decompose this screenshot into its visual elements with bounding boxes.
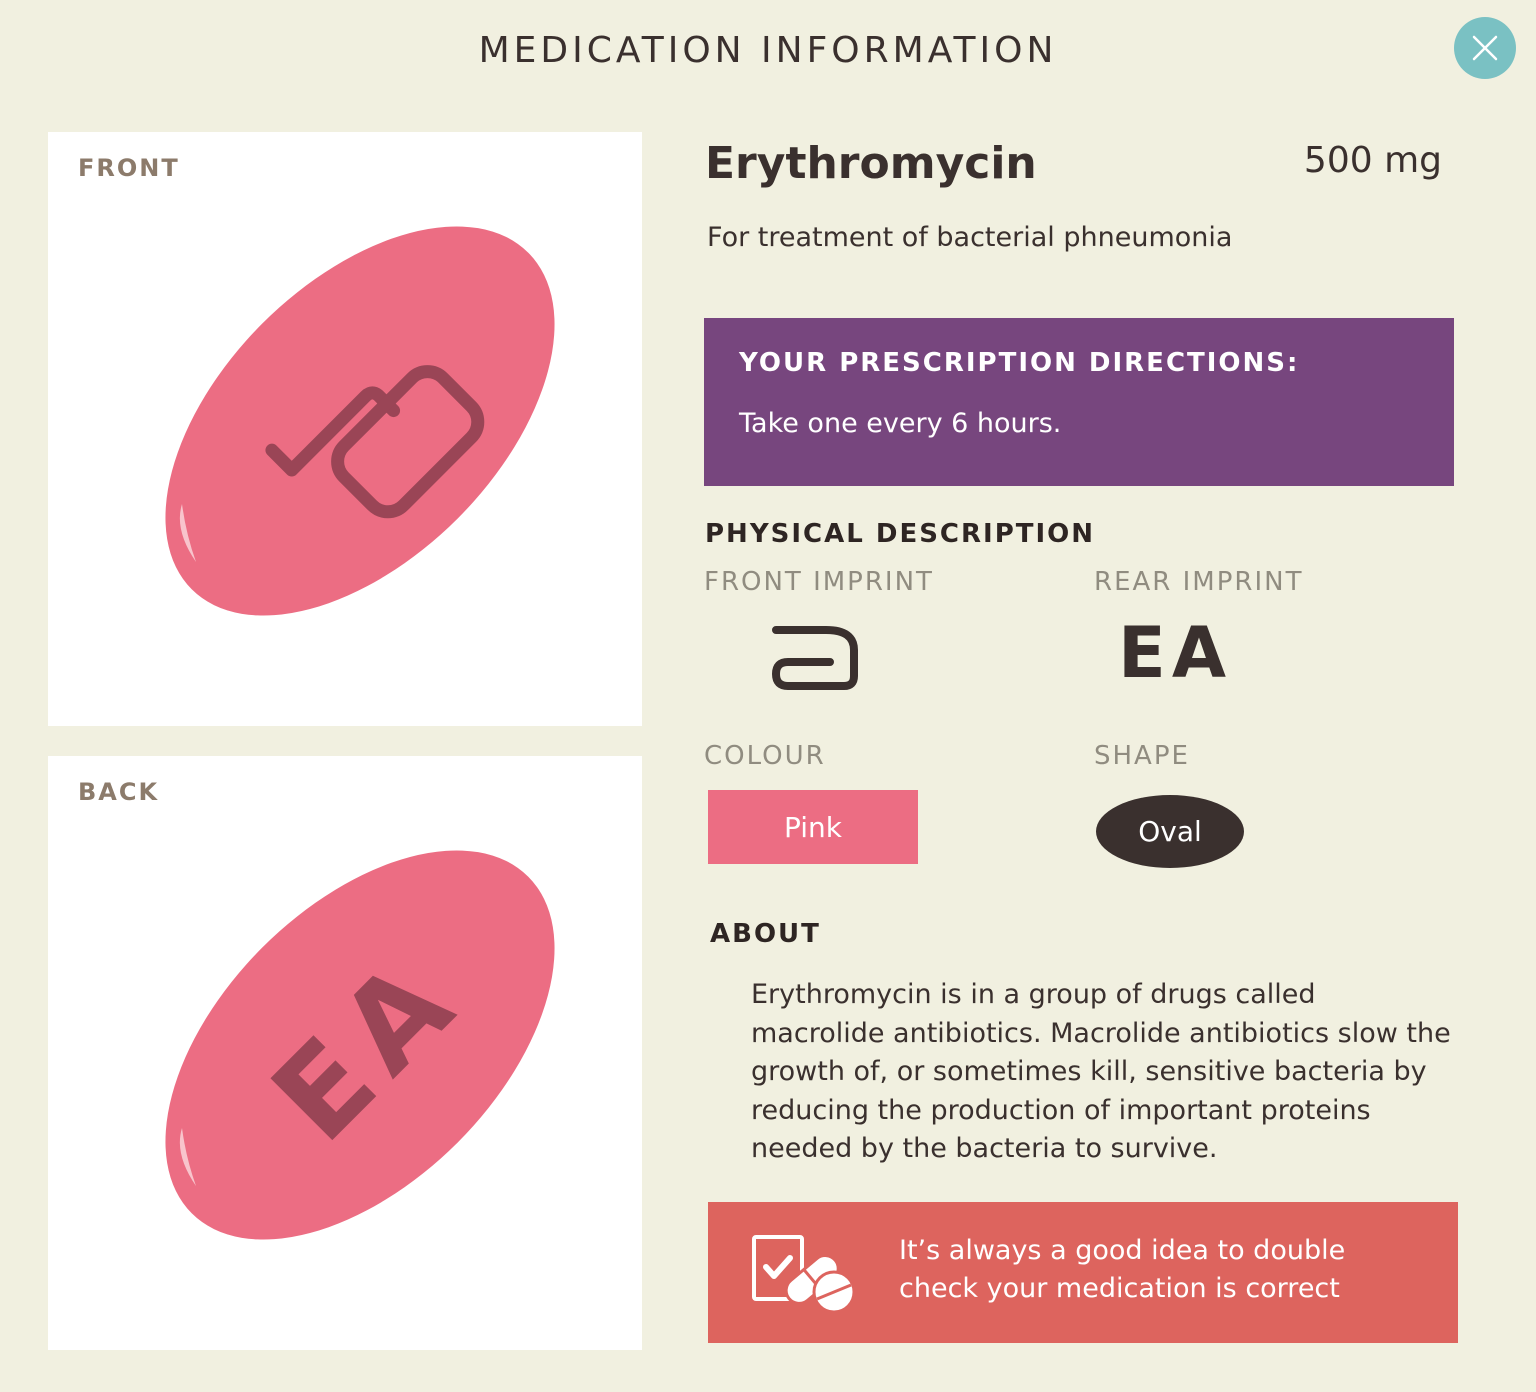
prescription-directions: YOUR PRESCRIPTION DIRECTIONS: Take one e… <box>704 318 1454 486</box>
rear-imprint-value: EA <box>1118 612 1232 694</box>
front-image-card: FRONT <box>48 132 642 726</box>
shape-badge: Oval <box>1096 795 1244 868</box>
checklist-pills-icon <box>752 1235 856 1314</box>
page-title: MEDICATION INFORMATION <box>478 30 1058 71</box>
pill-back-illustration: EA <box>165 850 555 1240</box>
close-button[interactable] <box>1454 17 1516 79</box>
shape-label: SHAPE <box>1094 741 1190 771</box>
colour-label: COLOUR <box>704 741 826 771</box>
directions-text: Take one every 6 hours. <box>739 408 1062 439</box>
back-image-card: EA BACK <box>48 756 642 1350</box>
about-text: Erythromycin is in a group of drugs call… <box>751 979 1451 1164</box>
drug-purpose: For treatment of bacterial phneumonia <box>707 222 1233 253</box>
close-icon <box>1472 35 1498 61</box>
about-heading: ABOUT <box>710 919 821 949</box>
drug-name: Erythromycin <box>705 138 1037 189</box>
double-check-text: It’s always a good idea to double check … <box>899 1235 1346 1304</box>
colour-swatch: Pink <box>708 790 918 864</box>
back-label: BACK <box>78 778 160 806</box>
double-check-banner: It’s always a good idea to double check … <box>708 1202 1458 1343</box>
pill-front-illustration <box>165 226 555 616</box>
physical-description-heading: PHYSICAL DESCRIPTION <box>705 519 1096 549</box>
rear-imprint-label: REAR IMPRINT <box>1094 567 1304 597</box>
directions-heading: YOUR PRESCRIPTION DIRECTIONS: <box>739 348 1300 378</box>
front-imprint-label: FRONT IMPRINT <box>704 567 934 597</box>
front-label: FRONT <box>78 154 180 182</box>
drug-dose: 500 mg <box>1303 140 1442 181</box>
abbott-logo-icon <box>772 626 858 690</box>
